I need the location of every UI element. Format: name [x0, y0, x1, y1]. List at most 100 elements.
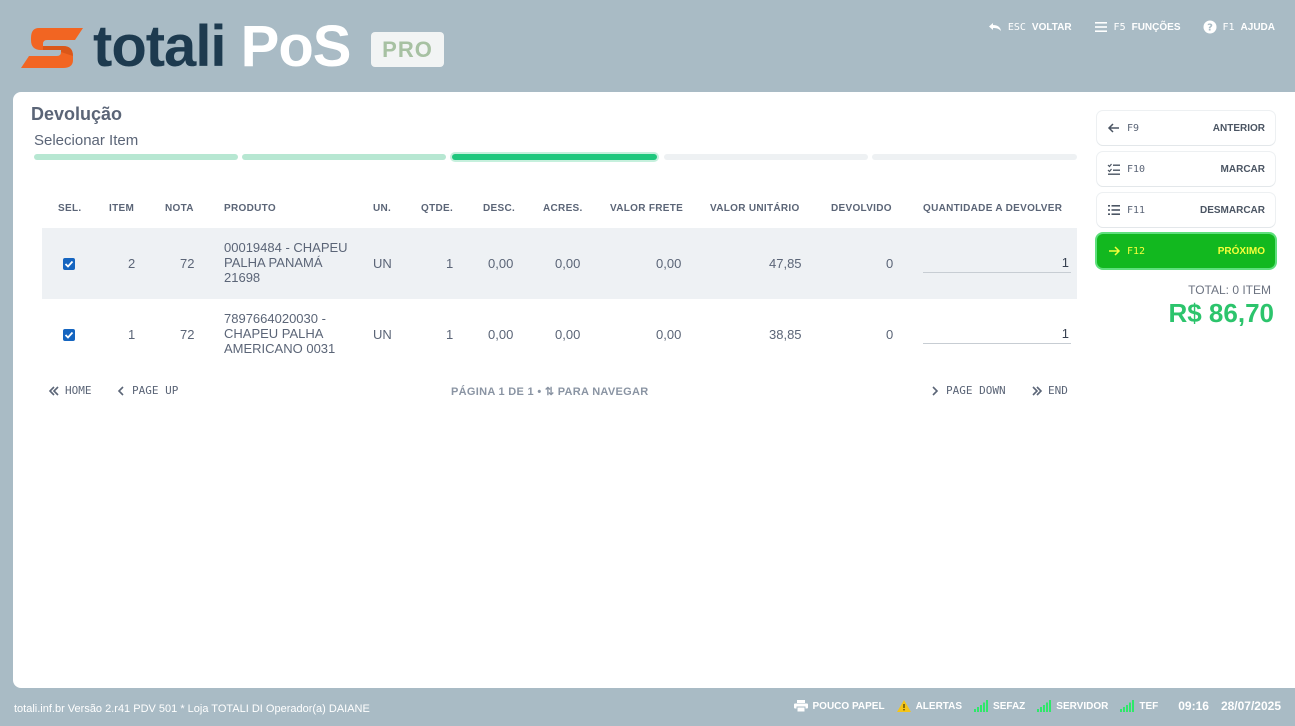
step-1	[34, 154, 238, 160]
cell-frete: 0,00	[656, 256, 682, 271]
cell-item: 2	[128, 256, 136, 271]
menu-icon	[1094, 22, 1107, 32]
cell-unit: 47,85	[769, 256, 802, 271]
page-down-button[interactable]: PAGE DOWN	[929, 384, 1006, 397]
svg-text:?: ?	[1207, 23, 1213, 34]
select-checkbox[interactable]	[63, 329, 75, 341]
cell-produto: 7897664020030 - CHAPEU PALHA AMERICANO 0…	[224, 311, 336, 356]
step-3-current	[452, 154, 657, 160]
cell-qtde: 1	[446, 256, 454, 271]
col-qtd-devolver: QUANTIDADE A DEVOLVER	[923, 203, 1063, 214]
functions-button[interactable]: F5 FUNÇÕES	[1094, 20, 1181, 34]
items-table: SEL. ITEM NOTA PRODUTO UN. QTDE. DESC. A…	[42, 192, 1077, 370]
signal-icon	[1120, 700, 1135, 712]
col-frete: VALOR FRETE	[610, 203, 684, 214]
check-icon	[64, 331, 74, 339]
cell-un: UN	[373, 327, 392, 342]
brand-wordmark: totali PoS	[93, 14, 352, 80]
unmark-label: DESMARCAR	[1200, 204, 1265, 216]
paper-status-label: POUCO PAPEL	[812, 700, 885, 712]
page-up-button[interactable]: PAGE UP	[115, 384, 178, 397]
cell-desc: 0,00	[488, 327, 514, 342]
col-qtde: QTDE.	[421, 203, 454, 214]
col-sel: SEL.	[58, 203, 82, 214]
clock-date: 28/07/2025	[1220, 699, 1281, 713]
help-key: F1	[1222, 21, 1235, 33]
col-produto: PRODUTO	[224, 203, 276, 214]
next-button[interactable]: F12 PRÓXIMO	[1097, 234, 1275, 268]
functions-key: F5	[1113, 21, 1126, 33]
undo-icon	[988, 23, 1001, 31]
col-un: UN.	[373, 203, 392, 214]
list-icon	[1108, 205, 1120, 215]
cell-nota: 72	[180, 256, 195, 271]
help-icon: ?	[1203, 20, 1216, 34]
table-row[interactable]: 2 72 00019484 - CHAPEU PALHA PANAMÁ 2169…	[42, 228, 1077, 299]
quantity-to-return-input[interactable]	[923, 253, 1071, 273]
brand-product: PoS	[240, 14, 352, 79]
top-actions: ESC VOLTAR F5 FUNÇÕES ? F1 AJUDA	[988, 20, 1275, 34]
version-info: totali.inf.br Versão 2.r41 PDV 501 * Loj…	[14, 703, 370, 715]
tef-label: TEF	[1139, 700, 1159, 712]
col-devolvido: DEVOLVIDO	[831, 203, 892, 214]
help-label: AJUDA	[1240, 21, 1275, 33]
arrow-right-icon	[1109, 246, 1121, 256]
back-key: ESC	[1007, 21, 1026, 33]
tef-status: TEF	[1120, 700, 1158, 712]
end-button[interactable]: END	[1031, 384, 1068, 397]
signal-icon	[1037, 700, 1052, 712]
help-button[interactable]: ? F1 AJUDA	[1203, 20, 1275, 34]
cell-nota: 72	[180, 327, 195, 342]
next-label: PRÓXIMO	[1217, 245, 1265, 257]
previous-button[interactable]: F9 ANTERIOR	[1097, 111, 1275, 145]
total-amount: R$ 86,70	[1168, 298, 1274, 328]
quantity-to-return-input[interactable]	[923, 324, 1071, 344]
alerts-label: ALERTAS	[915, 700, 963, 712]
cell-un: UN	[373, 256, 392, 271]
back-button[interactable]: ESC VOLTAR	[988, 20, 1072, 34]
arrow-left-icon	[1107, 123, 1119, 133]
table-row[interactable]: 1 72 7897664020030 - CHAPEU PALHA AMERIC…	[42, 299, 1077, 370]
cell-desc: 0,00	[488, 256, 514, 271]
home-button[interactable]: HOME	[48, 384, 92, 397]
mark-key: F10	[1127, 163, 1146, 175]
page-info: PÁGINA 1 DE 1 • ⇅ PARA NAVEGAR	[451, 386, 649, 398]
col-unit: VALOR UNITÁRIO	[710, 203, 800, 214]
mark-button[interactable]: F10 MARCAR	[1097, 152, 1275, 186]
status-indicators: POUCO PAPEL ALERTAS SEFAZ SERVIDOR TEF 0…	[793, 699, 1281, 713]
totali-logo-icon	[21, 28, 83, 68]
back-label: VOLTAR	[1031, 21, 1072, 33]
unmark-button[interactable]: F11 DESMARCAR	[1097, 193, 1275, 227]
server-status: SERVIDOR	[1037, 700, 1108, 712]
cell-unit: 38,85	[769, 327, 802, 342]
previous-key: F9	[1127, 122, 1140, 134]
progress-stepper	[34, 151, 1077, 163]
unmark-key: F11	[1127, 204, 1146, 216]
col-nota: NOTA	[165, 203, 194, 214]
cell-acres: 0,00	[555, 327, 581, 342]
chevron-left-icon	[117, 385, 124, 396]
brand-name: totali	[93, 14, 227, 79]
clock-time: 09:16	[1178, 699, 1209, 713]
mark-label: MARCAR	[1220, 163, 1265, 175]
page-down-label: PAGE DOWN	[946, 384, 1006, 397]
cell-produto: 00019484 - CHAPEU PALHA PANAMÁ 21698	[224, 240, 348, 285]
total-items-label: TOTAL: 0 ITEM	[1188, 283, 1271, 297]
sefaz-label: SEFAZ	[993, 700, 1026, 712]
cell-qtde: 1	[446, 327, 454, 342]
brand-badge: PRO	[371, 32, 444, 67]
signal-icon	[974, 700, 989, 712]
pagination: HOME PAGE UP PÁGINA 1 DE 1 • ⇅ PARA NAVE…	[48, 382, 1078, 402]
select-checkbox[interactable]	[63, 258, 75, 270]
status-bar: totali.inf.br Versão 2.r41 PDV 501 * Loj…	[0, 688, 1295, 726]
checklist-icon	[1107, 163, 1120, 175]
col-acres: ACRES.	[543, 203, 583, 214]
double-chevron-right-icon	[1032, 385, 1043, 396]
previous-label: ANTERIOR	[1212, 122, 1265, 134]
alerts-status[interactable]: ALERTAS	[896, 700, 963, 712]
step-4	[664, 154, 868, 160]
app-header: totali PoS PRO ESC VOLTAR F5 FUNÇÕES ? F…	[0, 0, 1295, 92]
printer-icon	[793, 700, 808, 712]
next-key: F12	[1127, 245, 1146, 257]
end-label: END	[1048, 384, 1068, 397]
